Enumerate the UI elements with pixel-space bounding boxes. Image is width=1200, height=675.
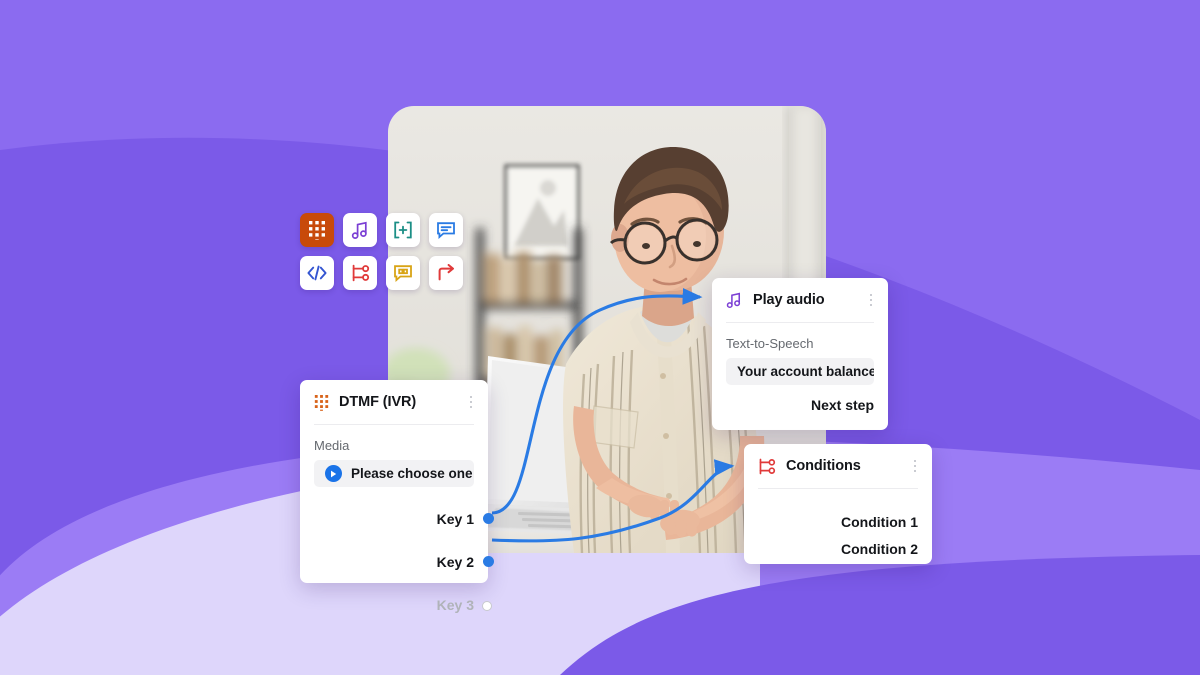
tts-value-text: Your account balance is... xyxy=(737,364,874,379)
palette-item-conditions[interactable] xyxy=(343,256,377,290)
node-card-play-audio[interactable]: Play audio Text-to-Speech Your account b… xyxy=(712,278,888,430)
media-value-text: Please choose one o... xyxy=(351,466,474,481)
card-title: Conditions xyxy=(786,458,861,474)
play-icon[interactable] xyxy=(325,465,342,482)
output-row-next-step[interactable]: Next step xyxy=(712,391,888,418)
media-section-label: Media xyxy=(314,438,350,453)
output-label: Key 3 xyxy=(436,596,474,613)
step-palette[interactable] xyxy=(300,213,471,298)
palette-item-transfer[interactable] xyxy=(429,256,463,290)
play-triangle-icon xyxy=(331,470,337,477)
more-options-icon[interactable] xyxy=(868,290,875,311)
palette-item-script[interactable] xyxy=(300,256,334,290)
card-title: Play audio xyxy=(753,292,825,308)
brackets-plus-icon xyxy=(394,221,412,239)
more-options-icon[interactable] xyxy=(912,456,919,477)
palette-item-play-audio[interactable] xyxy=(343,213,377,247)
arrow-turn-icon xyxy=(438,264,454,281)
output-label: Condition 1 xyxy=(841,513,918,530)
output-port[interactable] xyxy=(482,600,492,611)
output-row-key-1[interactable]: Key 1 xyxy=(300,505,494,532)
tts-section-label: Text-to-Speech xyxy=(726,336,814,351)
music-note-icon xyxy=(726,292,741,308)
card-header: Play audio xyxy=(712,278,888,322)
node-card-conditions[interactable]: Conditions Condition 1 Condition 2 xyxy=(744,444,932,564)
card-header: Conditions xyxy=(744,444,932,488)
output-row-key-2[interactable]: Key 2 xyxy=(300,548,494,575)
palette-item-send-message[interactable] xyxy=(429,213,463,247)
keypad-icon xyxy=(314,394,329,411)
output-label: Key 2 xyxy=(436,553,474,570)
code-tags-icon xyxy=(307,265,327,281)
node-card-dtmf[interactable]: DTMF (IVR) Media Please choose one o... … xyxy=(300,380,494,613)
output-port[interactable] xyxy=(482,513,494,524)
header-divider xyxy=(758,488,918,489)
palette-item-set-variable[interactable] xyxy=(386,213,420,247)
output-row-key-3[interactable]: Key 3 xyxy=(300,591,492,618)
output-label: Condition 2 xyxy=(841,540,918,557)
chat-bubble-icon xyxy=(437,222,455,239)
media-value-field[interactable]: Please choose one o... xyxy=(314,460,474,487)
palette-item-collect-input[interactable] xyxy=(386,256,420,290)
branch-icon xyxy=(352,264,369,282)
card-header: DTMF (IVR) xyxy=(300,380,488,424)
output-label: Next step xyxy=(810,396,874,413)
palette-item-dtmf[interactable] xyxy=(300,213,334,247)
hero-illustration: DTMF (IVR) Media Please choose one o... … xyxy=(0,0,1200,675)
chat-input-icon xyxy=(394,265,412,282)
music-note-icon xyxy=(351,221,367,239)
output-port[interactable] xyxy=(482,556,494,567)
branch-icon xyxy=(759,458,776,474)
keypad-icon xyxy=(309,221,325,240)
more-options-icon[interactable] xyxy=(468,392,475,413)
output-row-condition-2[interactable]: Condition 2 xyxy=(744,535,932,562)
output-row-condition-1[interactable]: Condition 1 xyxy=(744,508,932,535)
output-label: Key 1 xyxy=(436,510,474,527)
tts-value-field[interactable]: Your account balance is... xyxy=(726,358,874,385)
card-title: DTMF (IVR) xyxy=(339,394,417,410)
